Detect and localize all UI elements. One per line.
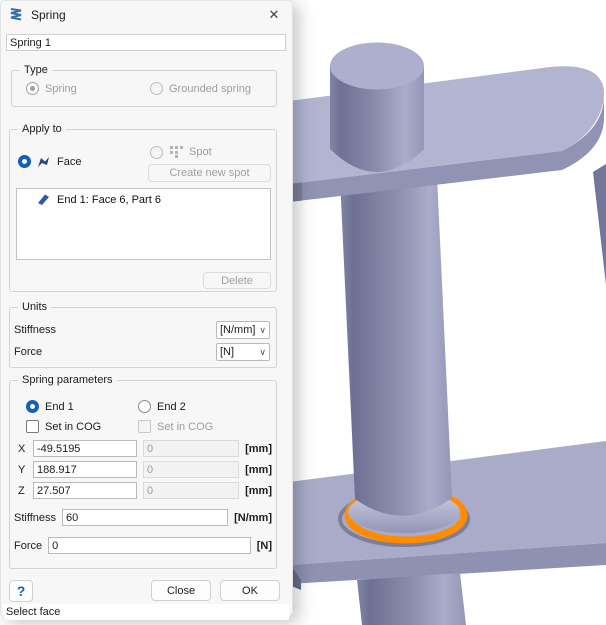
spot-grid-icon xyxy=(169,145,183,159)
spring-radio-icon xyxy=(26,82,39,95)
stiffness-unit-select[interactable]: [N/mm] ∨ xyxy=(216,321,270,339)
app-window: Spring ✕ Type Spring Grounded spring App… xyxy=(0,0,606,625)
spring-parameters-group: Spring parameters End 1 End 2 Set in COG… xyxy=(9,380,277,569)
cog2-checkbox-icon xyxy=(138,420,151,433)
stiffness-input[interactable] xyxy=(62,509,228,526)
face-tag-icon xyxy=(37,193,50,206)
ok-button[interactable]: OK xyxy=(220,580,280,601)
set-in-cog-checkbox-disabled: Set in COG xyxy=(138,420,213,433)
set-in-cog-checkbox[interactable]: Set in COG xyxy=(26,420,101,433)
cog1-checkbox-icon[interactable] xyxy=(26,420,39,433)
units-group: Units Stiffness [N/mm] ∨ Force [N] ∨ xyxy=(9,307,277,368)
spring-name-input[interactable] xyxy=(6,34,286,51)
spot-radio-icon xyxy=(150,146,163,159)
status-text: Select face xyxy=(6,606,60,618)
create-new-spot-button: Create new spot xyxy=(148,164,271,182)
end2-radio[interactable]: End 2 xyxy=(138,400,186,413)
chevron-down-icon: ∨ xyxy=(256,347,266,358)
stiffness-unit-row: Stiffness [N/mm] ∨ xyxy=(14,321,270,339)
spring-parameters-label: Spring parameters xyxy=(18,374,117,386)
selection-list-item[interactable]: End 1: Face 6, Part 6 xyxy=(17,189,270,206)
x-coordinate-row: X [mm] xyxy=(18,440,272,457)
boss-cylinder-top[interactable] xyxy=(330,43,424,90)
force-row: Force [N] xyxy=(14,537,272,554)
help-button[interactable]: ? xyxy=(9,580,33,602)
selection-listbox[interactable]: End 1: Face 6, Part 6 xyxy=(16,188,271,260)
pin-cylinder[interactable] xyxy=(340,176,452,516)
stiffness-row: Stiffness [N/mm] xyxy=(14,509,272,526)
dialog-footer: ? Close OK xyxy=(9,579,280,602)
face-icon xyxy=(36,154,51,169)
dialog-title: Spring xyxy=(31,8,66,22)
end2-radio-icon[interactable] xyxy=(138,400,151,413)
spot-radio: Spot xyxy=(150,145,212,159)
force-unit-select[interactable]: [N] ∨ xyxy=(216,343,270,361)
y-end1-input[interactable] xyxy=(33,461,137,478)
apply-to-group-label: Apply to xyxy=(18,123,66,135)
right-edge-pin[interactable] xyxy=(593,164,606,285)
type-group-label: Type xyxy=(20,64,52,76)
close-icon[interactable]: ✕ xyxy=(264,5,284,25)
face-radio[interactable]: Face xyxy=(18,154,81,169)
dialog-titlebar[interactable]: Spring ✕ xyxy=(1,1,292,28)
type-group: Type Spring Grounded spring xyxy=(11,70,277,107)
x-end2-input xyxy=(143,440,239,457)
face-radio-icon[interactable] xyxy=(18,155,31,168)
type-spring-radio: Spring xyxy=(26,82,77,95)
type-grounded-radio: Grounded spring xyxy=(150,82,251,95)
z-coordinate-row: Z [mm] xyxy=(18,482,272,499)
y-coordinate-row: Y [mm] xyxy=(18,461,272,478)
status-bar: Select face xyxy=(3,604,289,620)
z-end2-input xyxy=(143,482,239,499)
apply-to-group: Apply to Face Spot Cr xyxy=(9,129,277,292)
close-button[interactable]: Close xyxy=(151,580,211,601)
force-unit-row: Force [N] ∨ xyxy=(14,343,270,361)
z-end1-input[interactable] xyxy=(33,482,137,499)
grounded-radio-icon xyxy=(150,82,163,95)
pin-cylinder-lower[interactable] xyxy=(357,573,466,625)
spring-dialog: Spring ✕ Type Spring Grounded spring App… xyxy=(0,0,293,620)
units-group-label: Units xyxy=(18,301,51,313)
end1-radio-icon[interactable] xyxy=(26,400,39,413)
spring-icon xyxy=(9,7,23,22)
delete-button: Delete xyxy=(203,272,271,289)
y-end2-input xyxy=(143,461,239,478)
force-input[interactable] xyxy=(48,537,251,554)
end1-radio[interactable]: End 1 xyxy=(26,400,74,413)
chevron-down-icon: ∨ xyxy=(256,325,266,336)
x-end1-input[interactable] xyxy=(33,440,137,457)
